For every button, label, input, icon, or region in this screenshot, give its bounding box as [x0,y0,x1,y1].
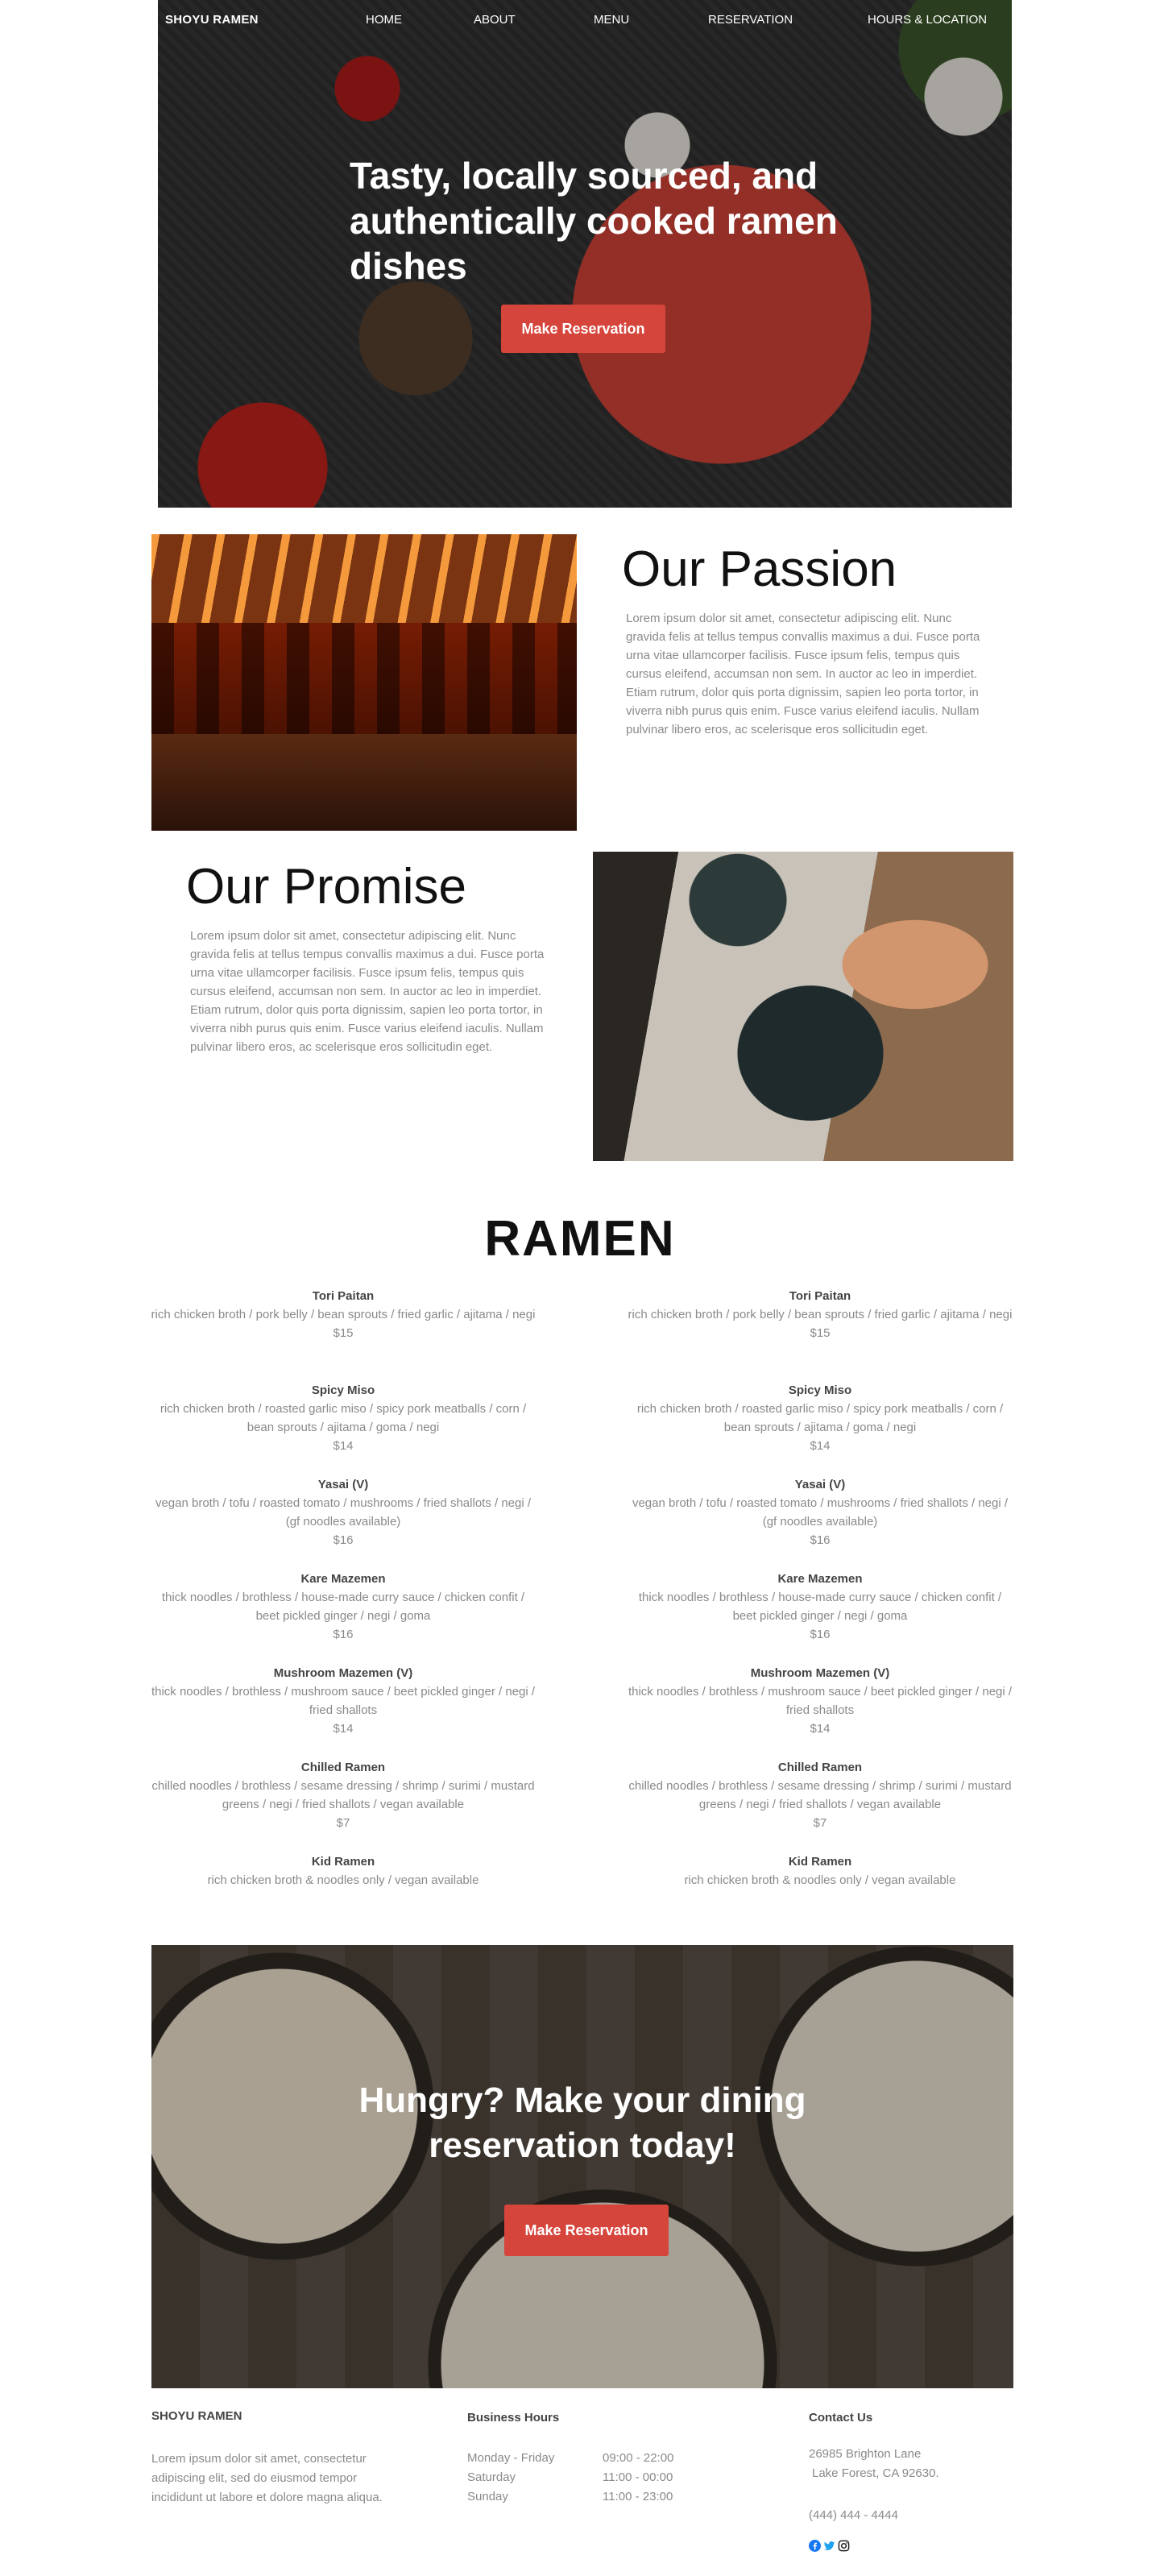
address-line-1: 26985 Brighton Lane [809,2447,922,2461]
menu-item-description: thick noodles / brothless / house-made c… [638,1591,1002,1623]
menu-item: Yasai (V) vegan broth / tofu / roasted t… [150,1476,536,1570]
menu-item-name: Spicy Miso [788,1383,852,1397]
hours-time: 11:00 - 00:00 [603,2470,673,2484]
menu-item: Chilled Ramen chilled noodles / brothles… [627,1759,1013,1853]
menu-item-name: Yasai (V) [317,1478,369,1491]
menu-item: Kare Mazemen thick noodles / brothless /… [150,1570,536,1665]
menu-item: Spicy Miso rich chicken broth / roasted … [627,1382,1013,1476]
menu-item-price: $15 [333,1326,354,1340]
menu-item-price: $15 [810,1326,831,1340]
menu-item: Kare Mazemen thick noodles / brothless /… [627,1570,1013,1665]
promise-text: Lorem ipsum dolor sit amet, consectetur … [190,929,545,1054]
twitter-icon[interactable] [823,2540,835,2552]
menu-item: Spicy Miso rich chicken broth / roasted … [150,1382,536,1476]
menu-item-description: chilled noodles / brothless / sesame dre… [151,1779,535,1811]
menu-item-name: Kid Ramen [311,1855,375,1869]
menu-item-description: rich chicken broth / pork belly / bean s… [628,1308,1013,1321]
menu-item-description: rich chicken broth & noodles only / vega… [207,1873,479,1887]
menu-item-price: $16 [810,1533,831,1547]
brand-logo[interactable]: SHOYU RAMEN [165,13,259,27]
footer-about-text: Lorem ipsum dolor sit amet, consectetur … [151,2452,383,2504]
menu-item: Kid Ramen rich chicken broth & noodles o… [150,1853,536,1948]
promise-title: Our Promise [186,859,466,915]
menu-item-description: thick noodles / brothless / house-made c… [161,1591,525,1623]
menu-item-description: rich chicken broth / roasted garlic miso… [636,1402,1004,1434]
menu-item-name: Kare Mazemen [777,1572,863,1586]
contact-title: Contact Us [809,2411,873,2425]
menu-item-price: $16 [333,1628,354,1641]
hours-time: 11:00 - 23:00 [603,2490,673,2503]
social-links [809,2540,850,2552]
hours-day: Saturday [467,2470,516,2484]
hero-title: Tasty, locally sourced, and authenticall… [350,155,838,287]
menu-item-description: thick noodles / brothless / mushroom sau… [628,1685,1013,1717]
menu-item-description: vegan broth / tofu / roasted tomato / mu… [155,1496,532,1529]
menu-item-name: Kid Ramen [788,1855,852,1869]
phone-number[interactable]: (444) 444 - 4444 [809,2506,898,2525]
menu-item-price: $16 [333,1533,354,1547]
menu-item-description: chilled noodles / brothless / sesame dre… [628,1779,1012,1811]
menu-item-description: rich chicken broth & noodles only / vega… [684,1873,956,1887]
footer-brand: SHOYU RAMEN [151,2409,242,2423]
menu-column-left: Tori Paitan rich chicken broth / pork be… [150,1288,536,1948]
reservation-cta-section: Hungry? Make your dining reservation tod… [151,1945,1013,2388]
menu-item: Tori Paitan rich chicken broth / pork be… [627,1288,1013,1382]
menu-item-name: Chilled Ramen [300,1761,386,1774]
menu-item-price: $14 [333,1439,354,1453]
menu-item-description: rich chicken broth / roasted garlic miso… [160,1402,527,1434]
facebook-icon[interactable] [809,2540,821,2552]
menu-item-description: thick noodles / brothless / mushroom sau… [151,1685,536,1717]
passion-text: Lorem ipsum dolor sit amet, consectetur … [626,612,980,736]
passion-title: Our Passion [622,541,897,597]
cta-title: Hungry? Make your dining reservation tod… [358,2080,806,2165]
nav-home[interactable]: HOME [366,13,402,27]
menu-column-right: Tori Paitan rich chicken broth / pork be… [627,1288,1013,1948]
chef-cooking-image [593,852,1013,1161]
nav-menu[interactable]: MENU [594,13,629,27]
menu-item: Kid Ramen rich chicken broth & noodles o… [627,1853,1013,1948]
menu-item: Mushroom Mazemen (V) thick noodles / bro… [150,1665,536,1759]
menu-item: Chilled Ramen chilled noodles / brothles… [150,1759,536,1853]
nav-about[interactable]: ABOUT [474,13,516,27]
menu-item-price: $14 [810,1439,831,1453]
business-hours-title: Business Hours [467,2411,560,2425]
menu-item-name: Mushroom Mazemen (V) [273,1666,413,1680]
instagram-icon[interactable] [838,2540,850,2552]
menu-item-name: Yasai (V) [794,1478,846,1491]
menu-title: RAMEN [484,1211,676,1267]
menu-item-price: $16 [810,1628,831,1641]
menu-item: Tori Paitan rich chicken broth / pork be… [150,1288,536,1382]
hero-section: SHOYU RAMEN HOME ABOUT MENU RESERVATION … [158,0,1012,508]
menu-item-name: Tori Paitan [789,1289,851,1303]
menu-item-description: vegan broth / tofu / roasted tomato / mu… [632,1496,1009,1529]
menu-item-name: Mushroom Mazemen (V) [750,1666,890,1680]
address-line-2: Lake Forest, CA 92630. [812,2466,939,2480]
menu-item-name: Spicy Miso [311,1383,375,1397]
menu-item-name: Chilled Ramen [777,1761,863,1774]
menu-item-price: $7 [813,1816,827,1830]
menu-item: Mushroom Mazemen (V) thick noodles / bro… [627,1665,1013,1759]
hero-reservation-button[interactable]: Make Reservation [501,305,665,353]
menu-item-price: $14 [810,1722,831,1736]
hours-day: Sunday [467,2490,508,2503]
hours-time: 09:00 - 22:00 [603,2451,674,2465]
menu-item-name: Tori Paitan [312,1289,375,1303]
cta-reservation-button[interactable]: Make Reservation [504,2205,669,2256]
top-nav: SHOYU RAMEN HOME ABOUT MENU RESERVATION … [158,0,1012,40]
menu-item-price: $14 [333,1722,354,1736]
nav-reservation[interactable]: RESERVATION [708,13,793,27]
restaurant-interior-image [151,534,577,831]
menu-item-name: Kare Mazemen [300,1572,386,1586]
menu-item: Yasai (V) vegan broth / tofu / roasted t… [627,1476,1013,1570]
menu-item-description: rich chicken broth / pork belly / bean s… [151,1308,536,1321]
hours-day: Monday - Friday [467,2451,555,2465]
nav-hours-location[interactable]: HOURS & LOCATION [868,13,987,27]
menu-item-price: $7 [336,1816,350,1830]
